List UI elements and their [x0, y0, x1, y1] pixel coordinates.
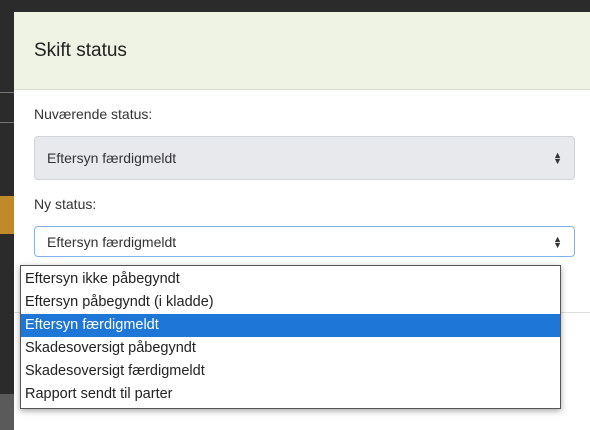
status-option[interactable]: Rapport sendt til parter [21, 383, 560, 406]
current-status-value: Eftersyn færdigmeldt [47, 150, 177, 166]
backdrop-divider [0, 122, 14, 123]
status-option[interactable]: Skadesoversigt færdigmeldt [21, 360, 560, 383]
status-option[interactable]: Eftersyn påbegyndt (i kladde) [21, 291, 560, 314]
status-option[interactable]: Eftersyn ikke påbegyndt [21, 268, 560, 291]
new-status-value: Eftersyn færdigmeldt [47, 233, 177, 250]
status-option-selected[interactable]: Eftersyn færdigmeldt [21, 314, 560, 337]
backdrop-divider [0, 92, 14, 93]
current-status-select: Eftersyn færdigmeldt ▲ ▼ [34, 136, 575, 180]
select-arrows-icon: ▲ ▼ [553, 150, 562, 166]
backdrop-accent-bar [0, 196, 14, 234]
new-status-dropdown-list: Eftersyn ikke påbegyndt Eftersyn påbegyn… [20, 265, 561, 409]
modal-body: Nuværende status: Eftersyn færdigmeldt ▲… [14, 90, 590, 257]
modal-title: Skift status [34, 39, 127, 61]
select-arrows-icon: ▲ ▼ [553, 233, 562, 250]
status-option[interactable]: Skadesoversigt påbegyndt [21, 337, 560, 360]
new-status-label: Ny status: [34, 196, 97, 212]
new-status-select[interactable]: Eftersyn færdigmeldt ▲ ▼ [34, 226, 575, 257]
current-status-label: Nuværende status: [34, 106, 153, 122]
modal-header: Skift status [14, 12, 590, 90]
